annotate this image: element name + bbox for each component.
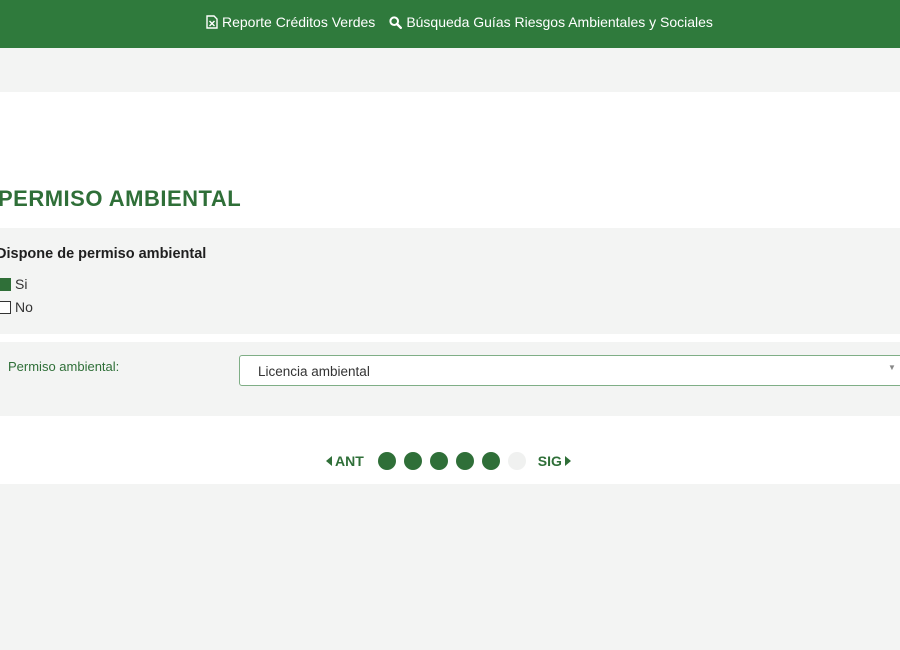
nav-link-label: Búsqueda Guías Riesgos Ambientales y Soc… — [406, 14, 713, 30]
step-dot[interactable] — [507, 452, 526, 470]
step-dot[interactable] — [429, 452, 448, 470]
nav-link-reporte-creditos[interactable]: Reporte Créditos Verdes — [205, 14, 375, 30]
divider — [0, 334, 900, 342]
option-label: No — [15, 299, 33, 315]
option-no[interactable]: No — [0, 299, 33, 315]
next-button[interactable]: SIG — [538, 453, 571, 469]
step-dot[interactable] — [455, 452, 474, 470]
pager-area — [0, 416, 900, 484]
option-label: Si — [15, 276, 28, 292]
step-dot[interactable] — [403, 452, 422, 470]
section-title: PERMISO AMBIENTAL — [0, 186, 242, 211]
caret-left-icon — [326, 456, 332, 466]
step-pager: ANT SIG — [326, 452, 571, 470]
next-label: SIG — [537, 453, 562, 469]
question-panel — [0, 228, 900, 334]
top-nav-bar: Reporte Créditos Verdes Búsqueda Guías R… — [0, 0, 900, 48]
checkbox-si[interactable] — [0, 277, 11, 291]
chevron-down-icon: ▼ — [888, 363, 896, 372]
option-si[interactable]: Si — [0, 276, 27, 292]
search-icon — [389, 15, 403, 29]
permit-select[interactable]: Licencia ambiental ▼ — [239, 355, 900, 386]
step-dots — [377, 452, 526, 470]
checkbox-no[interactable] — [0, 300, 11, 314]
document-excel-icon — [205, 15, 218, 29]
prev-button[interactable]: ANT — [326, 453, 364, 469]
question-label: Dispone de permiso ambiental — [0, 246, 207, 262]
caret-right-icon — [564, 456, 571, 466]
step-dot[interactable] — [377, 452, 396, 470]
prev-label: ANT — [335, 453, 364, 469]
nav-link-label: Reporte Créditos Verdes — [222, 14, 376, 30]
top-nav: Reporte Créditos Verdes Búsqueda Guías R… — [205, 14, 713, 30]
nav-link-busqueda-guias[interactable]: Búsqueda Guías Riesgos Ambientales y Soc… — [389, 14, 713, 30]
permit-field-label: Permiso ambiental: — [8, 359, 120, 374]
permit-select-value: Licencia ambiental — [258, 364, 370, 379]
step-dot[interactable] — [481, 452, 500, 470]
